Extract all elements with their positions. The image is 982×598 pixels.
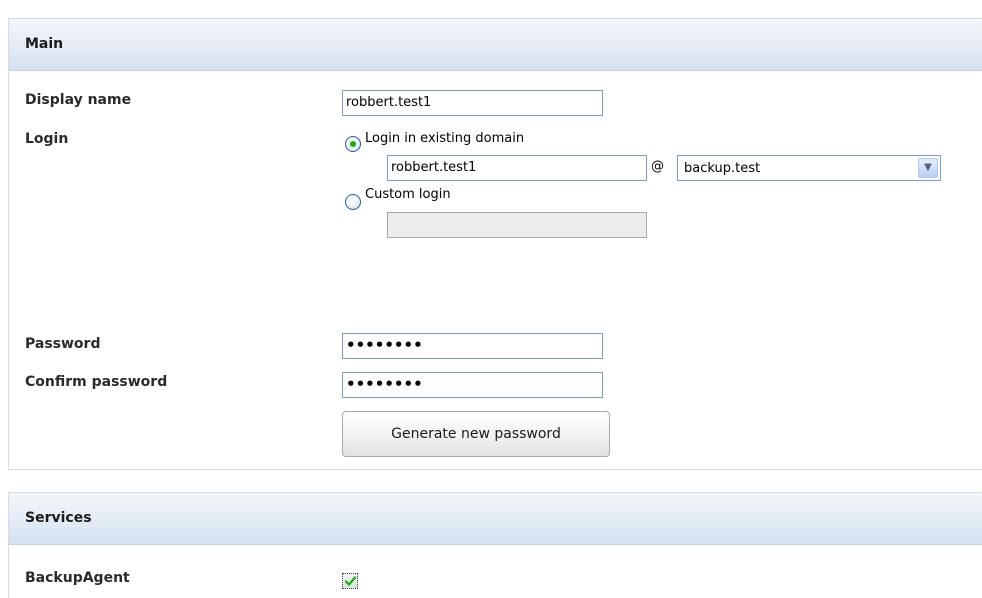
generate-password-button[interactable]: Generate new password xyxy=(342,411,610,457)
main-panel-title: Main xyxy=(25,36,64,52)
login-existing-domain-label: Login in existing domain xyxy=(365,131,525,146)
checkmark-icon xyxy=(344,576,357,586)
display-name-label: Display name xyxy=(25,92,132,108)
backup-agent-label: BackupAgent xyxy=(25,570,130,586)
at-sign: @ xyxy=(651,159,664,174)
password-label: Password xyxy=(25,336,101,352)
main-panel: Main Display name robbert.test1 Login Lo… xyxy=(8,18,982,470)
password-input[interactable]: •••••••• xyxy=(342,333,603,359)
backup-agent-checkbox[interactable] xyxy=(342,573,358,589)
services-panel-header: Services xyxy=(9,493,982,545)
services-panel-title: Services xyxy=(25,510,92,526)
login-existing-domain-radio[interactable] xyxy=(345,136,361,152)
domain-select[interactable]: backup.test ▼ xyxy=(677,155,941,181)
custom-login-label: Custom login xyxy=(365,187,451,202)
services-panel: Services BackupAgent xyxy=(8,492,982,598)
custom-login-radio[interactable] xyxy=(345,194,361,210)
radio-selected-dot xyxy=(350,141,356,147)
confirm-password-label: Confirm password xyxy=(25,374,168,390)
login-label: Login xyxy=(25,131,69,147)
login-name-input[interactable]: robbert.test1 xyxy=(387,155,647,181)
display-name-input[interactable]: robbert.test1 xyxy=(342,90,603,116)
main-panel-header: Main xyxy=(9,19,982,71)
custom-login-input[interactable] xyxy=(387,212,647,238)
domain-select-value: backup.test xyxy=(684,161,761,176)
chevron-down-icon[interactable]: ▼ xyxy=(918,158,938,178)
confirm-password-input[interactable]: •••••••• xyxy=(342,372,603,398)
